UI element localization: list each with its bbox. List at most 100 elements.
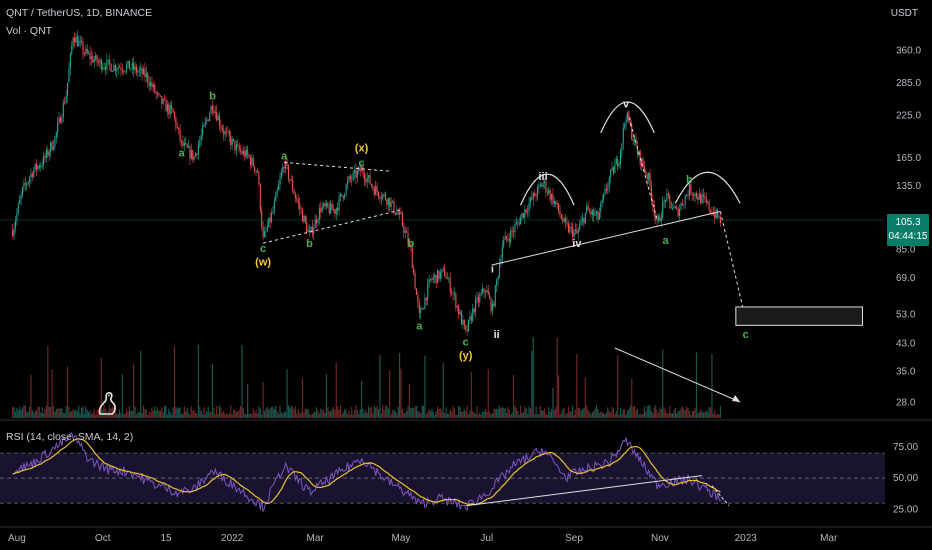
volume-bar xyxy=(663,407,665,418)
price-axis-unit: USDT xyxy=(890,8,918,19)
candle-body xyxy=(110,64,112,72)
candle-body xyxy=(541,184,543,187)
volume-bar xyxy=(349,414,351,418)
candle-body xyxy=(475,299,477,313)
volume-bar xyxy=(142,405,145,418)
candle-body xyxy=(293,190,295,195)
candle-body xyxy=(36,163,38,170)
volume-bar xyxy=(586,405,588,418)
volume-bar xyxy=(203,407,205,418)
volume-bar xyxy=(173,346,176,418)
candle-body xyxy=(399,211,401,215)
wave-label: b xyxy=(686,174,693,186)
candle-body xyxy=(646,174,648,180)
candle-body xyxy=(96,55,98,63)
volume-bar xyxy=(382,405,384,418)
volume-bar xyxy=(224,413,226,418)
volume-bar xyxy=(705,410,707,418)
volume-bar xyxy=(610,412,612,418)
candle-body xyxy=(152,84,154,88)
candle-body xyxy=(387,197,389,205)
volume-bar xyxy=(245,414,247,418)
volume-bar xyxy=(348,410,350,418)
volume-bar xyxy=(276,410,278,418)
volume-bar xyxy=(424,355,426,418)
volume-bar xyxy=(718,414,720,418)
price-tick-label: 135.0 xyxy=(896,181,921,192)
candle-body xyxy=(327,202,329,208)
volume-bar xyxy=(206,411,208,418)
volume-bar xyxy=(719,406,721,418)
volume-bar xyxy=(414,406,416,418)
candle-body xyxy=(442,268,444,270)
candle-body xyxy=(20,194,22,200)
candle-body xyxy=(715,209,717,219)
volume-bar xyxy=(573,414,575,418)
logo-icon[interactable] xyxy=(96,390,118,416)
volume-bar xyxy=(358,413,360,418)
price-tick-label: 360.0 xyxy=(896,46,921,57)
candle-body xyxy=(576,229,578,234)
volume-bar xyxy=(549,411,551,418)
candle-body xyxy=(103,67,105,69)
wave-label: c xyxy=(463,337,469,349)
volume-bar xyxy=(460,411,463,418)
volume-bar xyxy=(508,409,510,418)
candle-body xyxy=(44,156,46,158)
volume-bar xyxy=(43,413,45,418)
candle-body xyxy=(34,163,36,170)
volume-bar xyxy=(527,413,529,418)
volume-indicator-label[interactable]: Vol · QNT xyxy=(6,25,52,37)
candle-body xyxy=(214,111,216,113)
candle-body xyxy=(19,199,21,204)
candle-body xyxy=(217,115,219,121)
volume-bar xyxy=(662,349,664,418)
candle-body xyxy=(55,132,57,138)
volume-bar xyxy=(207,406,209,418)
candle-body xyxy=(383,194,385,195)
volume-bar xyxy=(687,407,689,418)
candle-body xyxy=(611,167,613,171)
candle-body xyxy=(104,67,107,70)
volume-bar xyxy=(297,409,299,418)
volume-bar xyxy=(567,406,570,418)
rsi-indicator-label[interactable]: RSI (14, close, SMA, 14, 2) xyxy=(6,431,133,443)
candle-body xyxy=(449,278,451,293)
volume-bar xyxy=(256,413,259,418)
volume-bar xyxy=(161,406,163,418)
candle-body xyxy=(225,131,228,133)
wave-label: (x) xyxy=(355,143,369,155)
candle-body xyxy=(135,66,138,73)
candle-body xyxy=(522,213,524,218)
volume-bar xyxy=(37,406,39,418)
volume-bar xyxy=(501,407,503,418)
volume-bar xyxy=(408,383,411,418)
volume-bar xyxy=(83,413,86,418)
trading-chart[interactable]: 360.0 285.0 225.0 165.0 135.0 85.0 69.0 53.0 43.… xyxy=(0,0,932,550)
wave-label: v xyxy=(623,99,630,111)
volume-bar xyxy=(218,405,221,418)
candle-body xyxy=(397,212,399,215)
candle-body xyxy=(465,325,467,330)
volume-bar xyxy=(543,408,546,418)
candle-body xyxy=(493,303,495,307)
candle-body xyxy=(149,82,152,87)
volume-bar xyxy=(355,405,357,418)
wave-label: ii xyxy=(494,329,500,341)
volume-bar xyxy=(445,407,447,418)
candle-body xyxy=(472,308,474,321)
candle-body xyxy=(113,64,115,72)
candle-body xyxy=(676,207,678,209)
symbol-title[interactable]: QNT / TetherUS, 1D, BINANCE xyxy=(6,7,152,19)
volume-bar xyxy=(261,414,263,418)
candle-body xyxy=(65,96,67,104)
candle-body xyxy=(593,210,595,216)
candle-body xyxy=(490,298,492,312)
candle-body xyxy=(625,119,627,124)
volume-bar xyxy=(465,411,467,418)
volume-bar xyxy=(528,406,530,418)
volume-bar xyxy=(593,410,595,418)
candle-body xyxy=(282,166,284,173)
candle-body xyxy=(446,278,448,280)
candle-body xyxy=(57,122,59,133)
